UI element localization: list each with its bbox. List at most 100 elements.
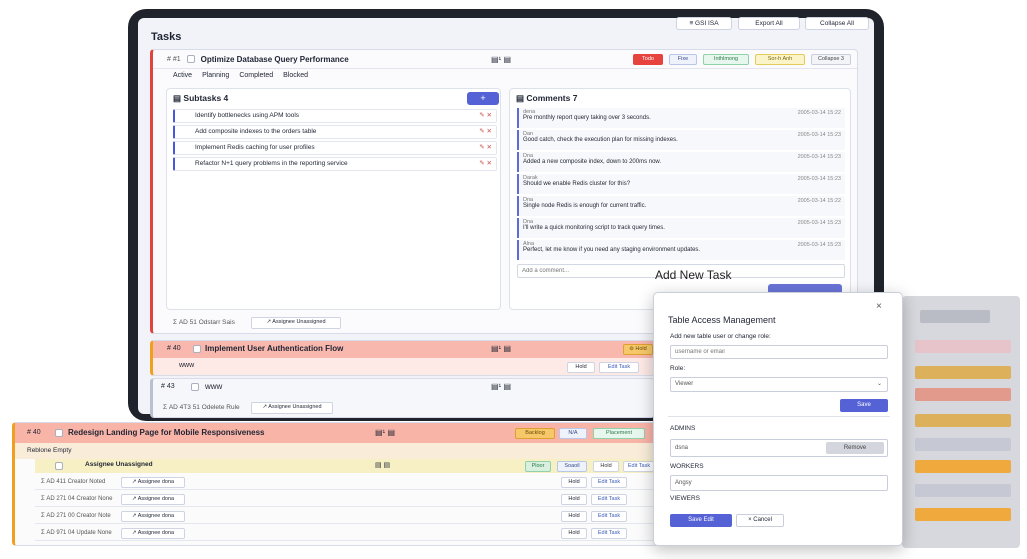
row-edit-button[interactable]: Edit Task [591,494,627,505]
remove-button[interactable]: Remove [826,442,884,454]
divider [668,416,890,417]
confirm-button[interactable]: Save Edit [670,514,732,527]
row-meta: Σ AD 271 00 Creator Note [41,513,111,519]
comment-item: Darak Should we enable Redis cluster for … [517,174,845,194]
assignee-button[interactable]: ↗ Assignee Unassigned [251,402,333,414]
backlog-badge[interactable]: Backlog [515,428,555,439]
subtask-bg [15,443,658,459]
child-checkbox[interactable] [55,462,63,470]
role-label: Role: [670,365,686,372]
row-assignee[interactable]: ↗ Assignee dona [121,477,185,488]
tab-active[interactable]: Active [173,72,192,79]
subtask-item[interactable]: Add composite indexes to the orders tabl… [173,125,497,139]
access-modal: × Table Access Management Add new table … [653,292,903,546]
subtask-item[interactable]: Implement Redis caching for user profile… [173,141,497,155]
save-button[interactable]: Save [840,399,888,412]
username-input[interactable] [670,345,888,359]
tab-planning[interactable]: Planning [202,72,229,79]
edit-delete-icons[interactable]: ✎ ✕ [479,158,492,170]
close-icon[interactable]: × [876,301,882,312]
edit-delete-icons[interactable]: ✎ ✕ [479,110,492,122]
status-badge[interactable]: Inthlmong [703,54,749,65]
row-edit-button[interactable]: Edit Task [591,477,627,488]
task-card-3: # 43 www ▤¹ ▤ Σ AD 4T3 51 Odelete Rule ↗… [150,378,655,418]
subtask-item[interactable]: Identify bottlenecks using APM tools ✎ ✕ [173,109,497,123]
viewers-heading: VIEWERS [670,495,700,502]
subtask-item[interactable]: Refactor N+1 query problems in the repor… [173,157,497,171]
filter-tabs: Active Planning Completed Blocked [173,72,308,79]
assignee-button[interactable]: ↗ Assignee Unassigned [251,317,341,329]
admins-heading: ADMINS [670,425,696,432]
row-hold-button[interactable]: Hold [561,511,587,522]
task-checkbox[interactable] [193,345,201,353]
search-badge[interactable]: Sor-h Anh [755,54,805,65]
task-id: # 43 [161,383,175,390]
subtask-text: Reblone Empty [27,447,72,454]
task-checkbox[interactable] [191,383,199,391]
row-edit-button[interactable]: Edit Task [591,511,627,522]
bg-row [920,310,990,323]
subtask-text: www [179,362,195,369]
child-badge[interactable]: Ploor [525,461,551,472]
task-title[interactable]: Redesign Landing Page for Mobile Respons… [68,428,264,437]
task-checkbox[interactable] [186,55,195,63]
subtask-count-icon: ▤¹ ▤ [375,428,396,437]
task-id: # 40 [27,429,41,436]
row-edit-button[interactable]: Edit Task [591,528,627,539]
row-assignee[interactable]: ↗ Assignee dona [121,494,185,505]
task-id: # #1 [167,55,181,63]
add-subtask-button[interactable]: + [467,92,499,105]
modal-title: Table Access Management [668,315,776,325]
hold-button[interactable]: Hold [567,362,595,373]
child-count-icon: ▤ ▤ [375,462,391,469]
bg-row [915,366,1011,379]
hold-badge[interactable]: ⊚ Hold [623,344,653,355]
gsi-button[interactable]: ≡ GSI ISA [676,17,732,30]
role-select[interactable]: Viewer ⌄ [670,377,888,392]
task-id: # 40 [167,345,181,352]
subtask-count-icon: ▤¹ ▤ [491,344,512,353]
comment-item: dena Pre monthly report query taking over… [517,108,845,128]
subtasks-title: ▤ Subtasks 4 [173,93,229,103]
export-all-button[interactable]: Export All [738,17,800,30]
child-badge[interactable]: Soaoil [557,461,587,472]
edit-delete-icons[interactable]: ✎ ✕ [479,126,492,138]
child-title: Assignee Unassigned [85,461,153,468]
priority-badge[interactable]: Todo [633,54,663,65]
cancel-button[interactable]: × Cancel [736,514,784,527]
row-hold-button[interactable]: Hold [561,477,587,488]
row-assignee[interactable]: ↗ Assignee dona [121,528,185,539]
row-assignee[interactable]: ↗ Assignee dona [121,511,185,522]
collapse-button[interactable]: Collapse 3 [811,54,851,65]
collapse-all-button[interactable]: Collapse All [805,17,869,30]
edit-task-button[interactable]: Edit Task [599,362,639,373]
comment-item: Dan Good catch, check the execution plan … [517,130,845,150]
row-hold-button[interactable]: Hold [561,528,587,539]
worker-row: Angsy [670,475,888,491]
task-card-2: # 40 Implement User Authentication Flow … [150,340,655,376]
task-title[interactable]: Implement User Authentication Flow [205,344,343,353]
row-meta: Σ AD 971 04 Update None [41,530,112,536]
bg-row [915,340,1011,353]
type-badge[interactable]: Fixe [669,54,697,65]
bg-row [915,438,1011,451]
task-title: Optimize Database Query Performance [200,54,349,64]
chevron-down-icon: ⌄ [876,381,882,387]
tab-completed[interactable]: Completed [239,72,273,79]
comment-item: Dna I'll write a quick monitoring script … [517,218,845,238]
child-edit-button[interactable]: Edit Task [623,461,655,472]
na-badge[interactable]: N/A [559,428,587,439]
subtasks-panel: ▤ Subtasks 4 + Identify bottlenecks usin… [166,88,501,310]
child-hold-button[interactable]: Hold [593,461,619,472]
bg-row [915,388,1011,401]
row-hold-button[interactable]: Hold [561,494,587,505]
task-checkbox[interactable] [55,429,63,437]
bg-row [915,414,1011,427]
comment-item: Dna Single node Redis is enough for curre… [517,196,845,216]
tab-blocked[interactable]: Blocked [283,72,308,79]
placement-badge[interactable]: Placement [593,428,645,439]
comment-item: Alna Perfect, let me know if you need any… [517,240,845,260]
bg-row [915,484,1011,497]
task-title[interactable]: www [205,382,222,391]
edit-delete-icons[interactable]: ✎ ✕ [479,142,492,154]
